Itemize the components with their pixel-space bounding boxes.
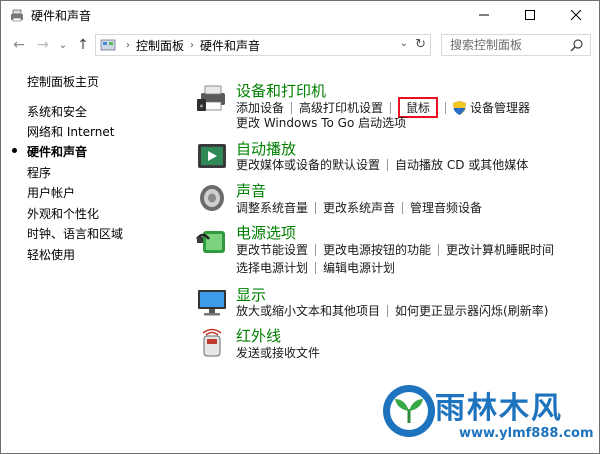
- category-power-options[interactable]: 电源选项: [236, 222, 296, 243]
- infrared-icon[interactable]: [195, 326, 229, 360]
- link-divider: [387, 304, 389, 317]
- link-change-system-sounds[interactable]: 更改系统声音: [323, 199, 395, 216]
- link-divider: [438, 243, 440, 256]
- forward-arrow-icon[interactable]: →: [35, 37, 51, 53]
- monitor-icon[interactable]: [195, 285, 229, 319]
- sidebar-item-system-security[interactable]: 系统和安全: [27, 103, 87, 120]
- link-adjust-volume[interactable]: 调整系统音量: [236, 199, 308, 216]
- watermark-url: www.ylmf888.com: [459, 426, 594, 441]
- link-monitor-flicker[interactable]: 如何更正显示器闪烁(刷新率): [395, 302, 548, 319]
- up-arrow-icon[interactable]: ↑: [75, 37, 91, 53]
- devices-printers-links-row2: 更改 Windows To Go 启动选项: [236, 114, 406, 131]
- link-divider: [315, 261, 317, 274]
- recent-locations-icon[interactable]: ⌄: [57, 37, 69, 53]
- display-links: 放大或缩小文本和其他项目 如何更正显示器闪烁(刷新率): [236, 302, 548, 319]
- speaker-icon[interactable]: [195, 181, 229, 215]
- link-autoplay-cd[interactable]: 自动播放 CD 或其他媒体: [395, 156, 528, 173]
- breadcrumb-separator-icon: ›: [190, 39, 195, 51]
- link-sleep-time[interactable]: 更改计算机睡眠时间: [446, 241, 554, 258]
- link-power-button-function[interactable]: 更改电源按钮的功能: [323, 241, 431, 258]
- sound-links: 调整系统音量 更改系统声音 管理音频设备: [236, 199, 482, 216]
- link-power-saving-settings[interactable]: 更改节能设置: [236, 241, 308, 258]
- link-choose-power-plan[interactable]: 选择电源计划: [236, 259, 308, 276]
- power-options-links-row2: 选择电源计划 编辑电源计划: [236, 259, 395, 276]
- link-manage-audio-devices[interactable]: 管理音频设备: [410, 199, 482, 216]
- link-send-receive-files[interactable]: 发送或接收文件: [236, 344, 320, 361]
- watermark-text: 雨林木风: [435, 391, 563, 426]
- printer-icon[interactable]: [195, 81, 229, 115]
- active-bullet-icon: [12, 148, 17, 153]
- sidebar-item-programs[interactable]: 程序: [27, 164, 51, 181]
- sidebar-item-appearance[interactable]: 外观和个性化: [27, 205, 99, 222]
- power-options-links: 更改节能设置 更改电源按钮的功能 更改计算机睡眠时间: [236, 241, 554, 258]
- watermark: 雨林木风 www.ylmf888.com: [373, 381, 598, 451]
- breadcrumb-separator-icon: ›: [126, 39, 130, 51]
- uac-shield-icon: [453, 100, 467, 115]
- hardware-sound-icon: [11, 9, 23, 22]
- link-divider: [315, 243, 317, 256]
- link-edit-power-plan[interactable]: 编辑电源计划: [323, 259, 395, 276]
- link-divider: [402, 201, 404, 214]
- control-panel-window: 硬件和声音 ← → ⌄ ↑ › 控制面板 › 硬件和声音 ⌄ ↻ 搜索控制面板 …: [0, 0, 600, 454]
- link-divider: [387, 158, 389, 171]
- link-windows-to-go[interactable]: 更改 Windows To Go 启动选项: [236, 114, 406, 131]
- category-infrared[interactable]: 红外线: [236, 325, 281, 346]
- sidebar-item-clock-region[interactable]: 时钟、语言和区域: [27, 225, 123, 242]
- breadcrumb-control-panel[interactable]: 控制面板: [136, 37, 184, 54]
- window-title: 硬件和声音: [31, 9, 92, 23]
- link-media-defaults[interactable]: 更改媒体或设备的默认设置: [236, 156, 380, 173]
- link-text-size[interactable]: 放大或缩小文本和其他项目: [236, 302, 380, 319]
- ylmf-logo-icon: [383, 385, 435, 437]
- link-divider: [445, 101, 447, 114]
- link-divider: [291, 101, 293, 114]
- sidebar-item-control-panel-home[interactable]: 控制面板主页: [27, 73, 99, 90]
- link-device-manager[interactable]: 设备管理器: [470, 99, 530, 116]
- sidebar-item-user-accounts[interactable]: 用户帐户: [27, 184, 75, 201]
- category-sound[interactable]: 声音: [236, 180, 266, 201]
- sidebar-item-hardware-sound[interactable]: 硬件和声音: [27, 143, 87, 160]
- link-divider: [390, 101, 392, 114]
- autoplay-icon[interactable]: [195, 139, 229, 173]
- sidebar-item-network-internet[interactable]: 网络和 Internet: [27, 123, 114, 140]
- sidebar-item-ease-of-access[interactable]: 轻松使用: [27, 246, 75, 263]
- link-divider: [315, 201, 317, 214]
- infrared-links: 发送或接收文件: [236, 344, 320, 361]
- back-arrow-icon[interactable]: ←: [11, 37, 27, 53]
- autoplay-links: 更改媒体或设备的默认设置 自动播放 CD 或其他媒体: [236, 156, 528, 173]
- power-options-icon[interactable]: [195, 223, 229, 257]
- control-panel-icon: [100, 39, 116, 51]
